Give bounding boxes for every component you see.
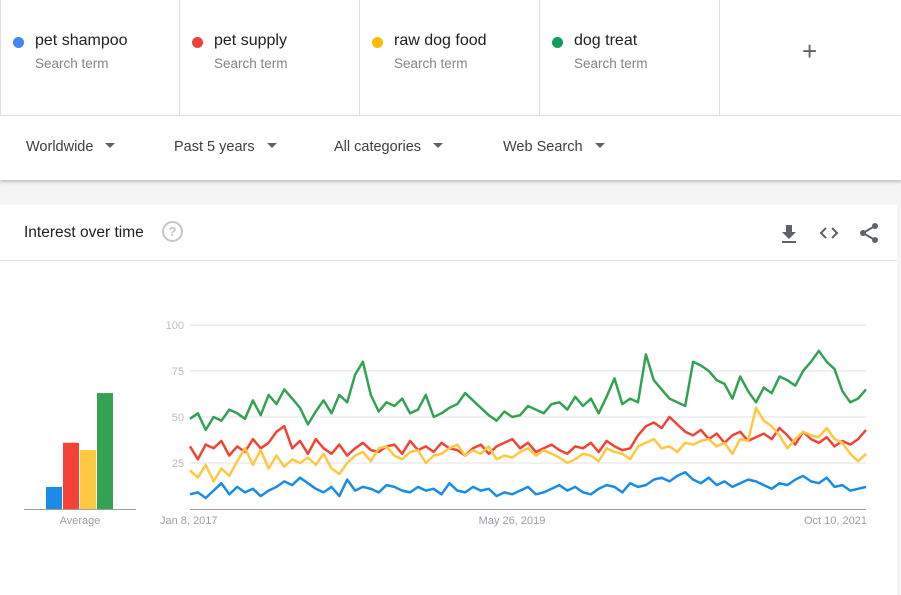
y-tick-label: 25 xyxy=(172,458,184,470)
series-line-pet-supply xyxy=(188,415,867,461)
y-tick-label: 75 xyxy=(172,366,184,378)
series-line-dog-treat xyxy=(189,349,867,432)
series-line-pet-shampoo xyxy=(189,470,867,500)
x-tick-label: May 26, 2019 xyxy=(479,515,546,527)
x-tick-label: Oct 10, 2021 xyxy=(804,515,867,527)
average-bar-dog-treat xyxy=(97,393,113,509)
interest-chart: Average 25 50 75 100 Jan 8, 2017 May 26, 2019 O… xyxy=(24,320,867,527)
average-label: Average xyxy=(60,515,101,527)
average-bar-raw-dog-food xyxy=(80,450,96,509)
average-bar-pet-shampoo xyxy=(46,486,62,509)
average-bar-pet-supply xyxy=(63,442,79,509)
y-tick-label: 50 xyxy=(172,412,184,424)
y-tick-label: 100 xyxy=(166,320,184,332)
x-tick-label: Jan 8, 2017 xyxy=(160,515,218,527)
